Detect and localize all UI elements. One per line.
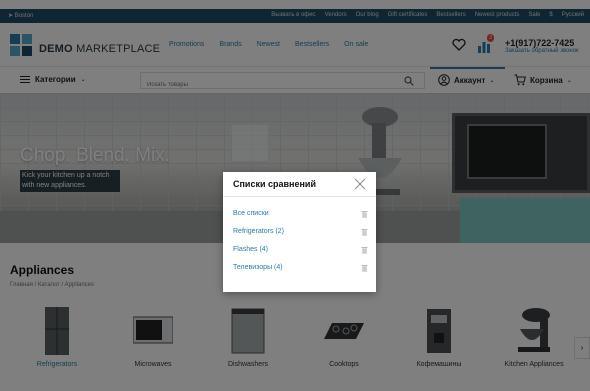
list-item: Все списки	[233, 209, 368, 227]
list-item: Телевизоры (4)	[233, 263, 368, 281]
trash-icon[interactable]	[361, 246, 368, 254]
close-icon[interactable]	[354, 178, 366, 190]
dialog-divider	[223, 196, 376, 197]
comparison-lists-dialog: Списки сравнений Все списки Refrigerator…	[223, 172, 376, 292]
trash-icon[interactable]	[361, 210, 368, 218]
list-link-refrigerators[interactable]: Refrigerators (2)	[233, 228, 284, 235]
trash-icon[interactable]	[361, 228, 368, 236]
list-item: Refrigerators (2)	[233, 227, 368, 245]
list-link-all[interactable]: Все списки	[233, 210, 269, 217]
list-link-flashes[interactable]: Flashes (4)	[233, 246, 268, 253]
trash-icon[interactable]	[361, 264, 368, 272]
dialog-title: Списки сравнений	[233, 179, 316, 189]
list-link-tvs[interactable]: Телевизоры (4)	[233, 264, 283, 271]
comparison-list: Все списки Refrigerators (2) Flashes (4)…	[233, 209, 368, 281]
list-item: Flashes (4)	[233, 245, 368, 263]
